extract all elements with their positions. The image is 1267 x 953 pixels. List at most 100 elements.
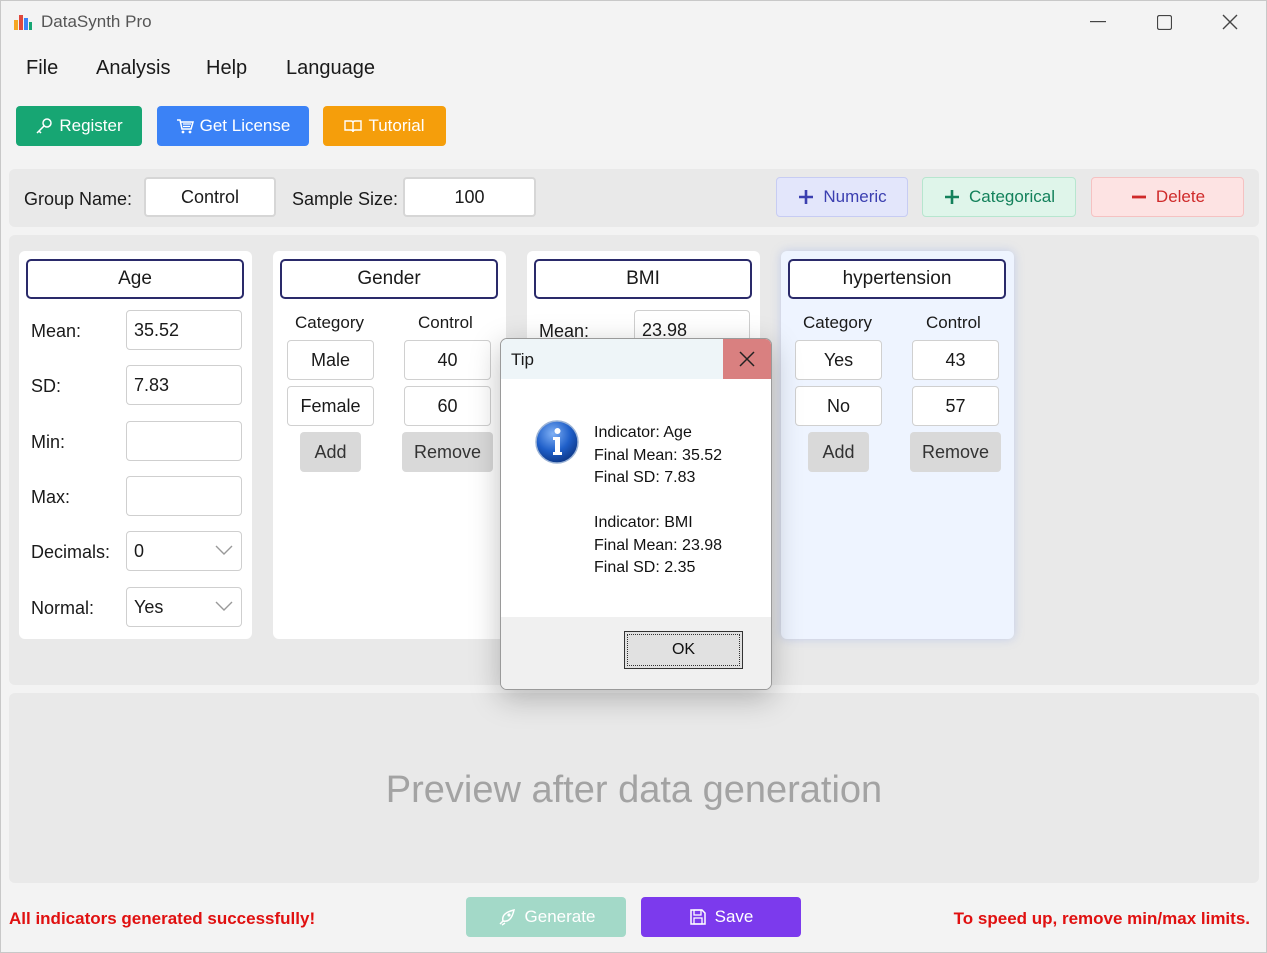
cart-icon <box>176 119 194 134</box>
group-settings-row: Group Name: Control Sample Size: 100 Num… <box>9 169 1259 227</box>
decimals-label: Decimals: <box>31 542 111 562</box>
book-icon <box>344 120 363 133</box>
count-input[interactable]: 60 <box>404 386 491 426</box>
get-license-label: Get License <box>199 116 291 135</box>
preview-placeholder: Preview after data generation <box>385 769 883 811</box>
dialog-line: Indicator: BMI <box>594 514 693 531</box>
generate-button[interactable]: Generate <box>466 897 626 937</box>
decimals-value: 0 <box>134 540 145 561</box>
speed-tip: To speed up, remove min/max limits. <box>953 909 1250 928</box>
add-numeric-button[interactable]: Numeric <box>776 177 908 217</box>
category-input[interactable]: Male <box>287 340 374 380</box>
info-icon <box>535 420 579 464</box>
sd-input[interactable]: 7.83 <box>126 365 242 405</box>
plus-icon <box>799 190 814 204</box>
chevron-down-icon <box>215 545 233 555</box>
group-name-input[interactable]: Control <box>144 177 276 217</box>
remove-category-button[interactable]: Remove <box>402 432 493 472</box>
category-input[interactable]: Female <box>287 386 374 426</box>
group-name-label: Group Name: <box>24 189 133 209</box>
status-message: All indicators generated successfully! <box>9 909 316 928</box>
title-bar: DataSynth Pro <box>1 1 1266 43</box>
minus-icon <box>1131 195 1146 199</box>
category-column-header: Category <box>803 313 872 332</box>
dialog-line: Final SD: 2.35 <box>594 559 696 576</box>
plus-icon <box>945 190 959 204</box>
tutorial-button[interactable]: Tutorial <box>323 106 446 146</box>
normal-value: Yes <box>134 596 164 617</box>
min-input[interactable] <box>126 421 242 461</box>
dialog-title: Tip <box>511 350 534 369</box>
hypertension-title-input[interactable]: hypertension <box>788 259 1006 299</box>
control-column-header: Control <box>418 313 473 332</box>
save-label: Save <box>714 907 754 926</box>
add-categorical-button[interactable]: Categorical <box>922 177 1076 217</box>
gender-title-input[interactable]: Gender <box>280 259 498 299</box>
menu-help[interactable]: Help <box>206 57 247 80</box>
toolbar: Register Get License Tutorial <box>1 97 1266 161</box>
generate-label: Generate <box>524 907 596 926</box>
chevron-down-icon <box>215 601 233 611</box>
remove-category-button[interactable]: Remove <box>910 432 1001 472</box>
mean-label: Mean: <box>31 321 82 341</box>
mean-input[interactable]: 35.52 <box>126 310 242 350</box>
dialog-close-button[interactable] <box>723 339 771 379</box>
app-window: DataSynth Pro File Analysis Help Languag… <box>0 0 1267 953</box>
count-input[interactable]: 57 <box>912 386 999 426</box>
sample-size-label: Sample Size: <box>292 189 399 209</box>
add-numeric-label: Numeric <box>823 187 887 206</box>
dialog-line <box>594 490 722 513</box>
close-icon <box>739 351 755 367</box>
minimize-icon <box>1090 21 1106 23</box>
key-icon <box>36 118 53 134</box>
tip-dialog: Tip Indicator: Age Final Mean: 35.52 Fin… <box>500 338 772 690</box>
maximize-icon <box>1156 14 1172 30</box>
normal-select[interactable]: Yes <box>126 587 242 627</box>
save-icon <box>689 909 706 925</box>
decimals-select[interactable]: 0 <box>126 531 242 571</box>
count-input[interactable]: 40 <box>404 340 491 380</box>
gender-card: Gender Category Control Male 40 Female 6… <box>273 251 506 639</box>
add-categorical-label: Categorical <box>969 187 1055 206</box>
sd-label: SD: <box>31 376 62 396</box>
menu-file[interactable]: File <box>26 57 58 80</box>
sample-size-input[interactable]: 100 <box>403 177 536 217</box>
ok-button[interactable]: OK <box>624 631 743 669</box>
menu-bar: File Analysis Help Language <box>1 47 1266 91</box>
add-category-button[interactable]: Add <box>300 432 361 472</box>
dialog-footer: OK <box>501 617 771 689</box>
dialog-line: Final Mean: 23.98 <box>594 536 723 554</box>
bmi-title-input[interactable]: BMI <box>534 259 752 299</box>
close-button[interactable] <box>1197 1 1263 43</box>
max-label: Max: <box>31 487 71 507</box>
max-input[interactable] <box>126 476 242 516</box>
menu-analysis[interactable]: Analysis <box>96 57 170 80</box>
add-category-button[interactable]: Add <box>808 432 869 472</box>
age-title-input[interactable]: Age <box>26 259 244 299</box>
age-card: Age Mean: 35.52 SD: 7.83 Min: Max: Decim… <box>19 251 252 639</box>
dialog-line: Indicator: Age <box>594 424 692 441</box>
minimize-button[interactable] <box>1065 1 1131 43</box>
category-input[interactable]: No <box>795 386 882 426</box>
maximize-button[interactable] <box>1131 1 1197 43</box>
min-label: Min: <box>31 432 66 452</box>
bar-chart-icon <box>14 15 32 30</box>
hypertension-card: hypertension Category Control Yes 43 No … <box>781 251 1014 639</box>
normal-label: Normal: <box>31 598 95 618</box>
tutorial-label: Tutorial <box>368 116 425 135</box>
count-input[interactable]: 43 <box>912 340 999 380</box>
dialog-line: Final Mean: 35.52 <box>594 446 723 464</box>
delete-button[interactable]: Delete <box>1091 177 1244 217</box>
preview-panel: Preview after data generation <box>9 693 1259 883</box>
menu-language[interactable]: Language <box>286 57 375 80</box>
dialog-title-bar: Tip <box>501 339 771 379</box>
register-button[interactable]: Register <box>16 106 142 146</box>
app-title: DataSynth Pro <box>41 12 152 31</box>
save-button[interactable]: Save <box>641 897 801 937</box>
get-license-button[interactable]: Get License <box>157 106 309 146</box>
category-input[interactable]: Yes <box>795 340 882 380</box>
dialog-line: Final SD: 7.83 <box>594 469 696 486</box>
delete-label: Delete <box>1155 187 1206 206</box>
close-icon <box>1222 14 1238 30</box>
register-label: Register <box>59 116 123 135</box>
